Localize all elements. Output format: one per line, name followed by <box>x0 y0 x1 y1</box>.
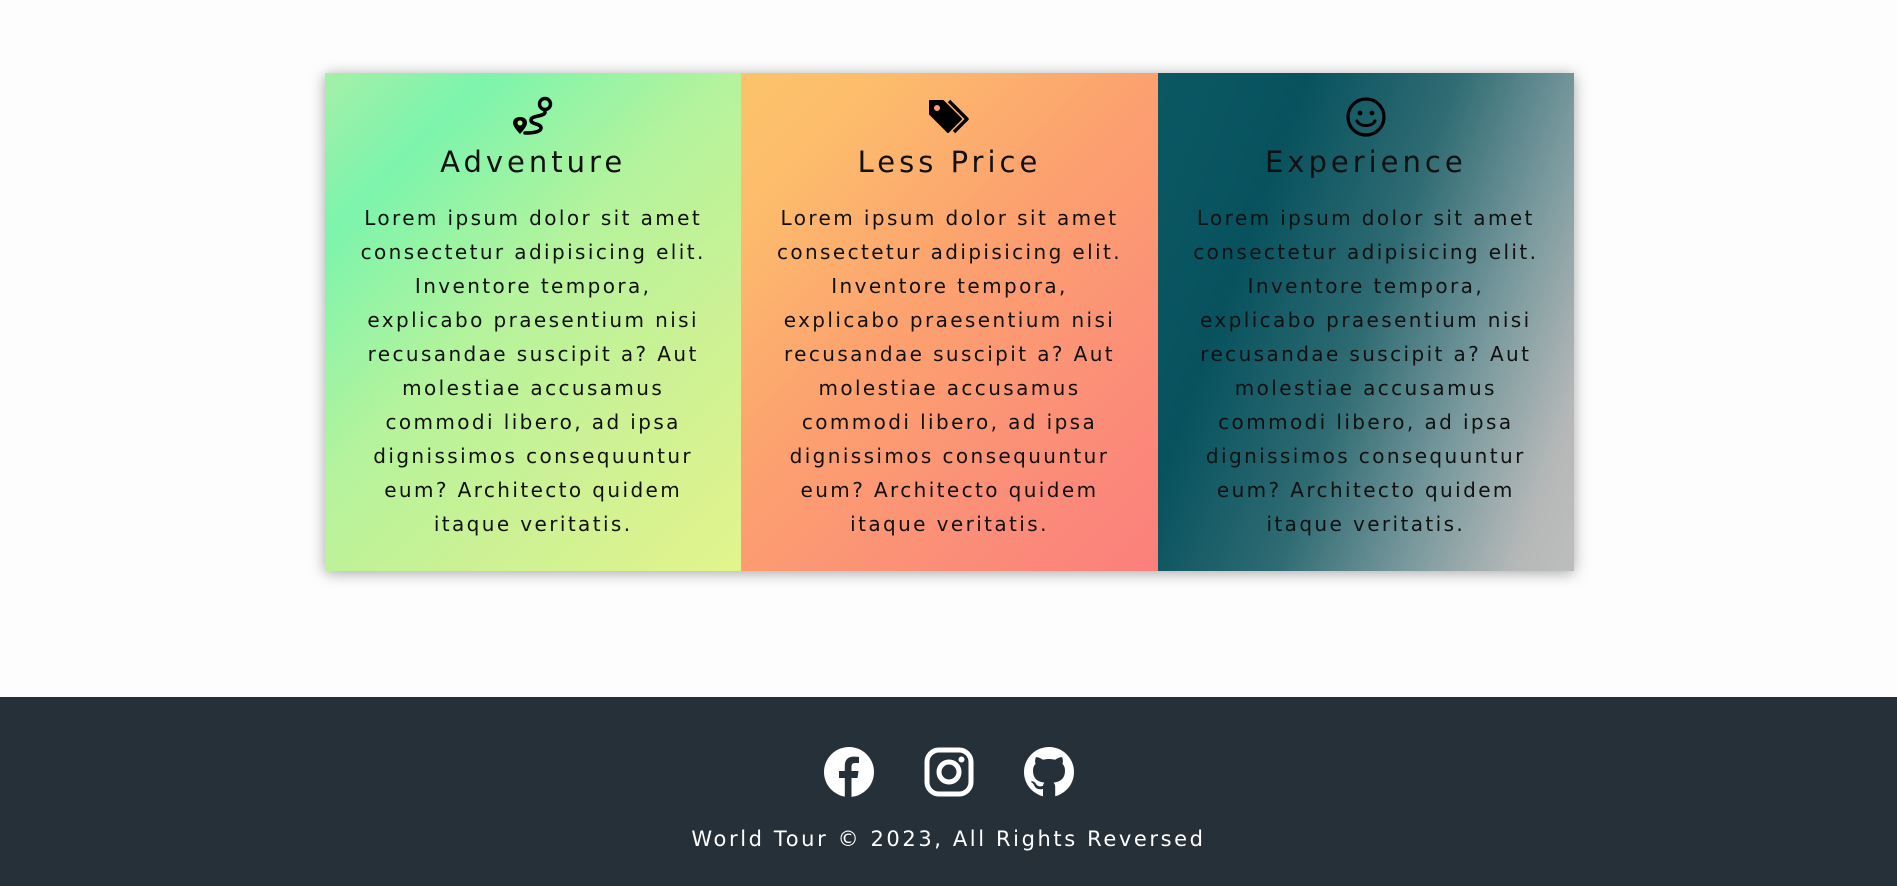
card-title: Experience <box>1264 145 1467 179</box>
feature-card-experience: Experience Lorem ipsum dolor sit amet co… <box>1157 73 1574 571</box>
card-title: Less Price <box>857 145 1042 179</box>
tags-icon <box>929 99 970 134</box>
route-icon <box>513 96 553 135</box>
github-icon <box>1023 747 1074 797</box>
github-link[interactable] <box>1023 747 1074 797</box>
card-title: Adventure <box>440 145 627 179</box>
smile-icon <box>1346 97 1386 137</box>
social-links <box>0 747 1897 797</box>
page: Adventure Lorem ipsum dolor sit amet con… <box>0 0 1897 886</box>
instagram-link[interactable] <box>924 747 974 797</box>
card-text: Lorem ipsum dolor sit amet consectetur a… <box>776 206 1123 536</box>
feature-card-adventure: Adventure Lorem ipsum dolor sit amet con… <box>325 73 742 571</box>
features-section: Adventure Lorem ipsum dolor sit amet con… <box>325 73 1574 571</box>
feature-card-less-price: Less Price Lorem ipsum dolor sit amet co… <box>741 73 1158 571</box>
facebook-icon <box>823 747 874 797</box>
copyright-text: World Tour © 2023, All Rights Reversed <box>691 827 1206 851</box>
card-text: Lorem ipsum dolor sit amet consectetur a… <box>1193 206 1539 536</box>
footer: World Tour © 2023, All Rights Reversed <box>0 697 1897 886</box>
card-text: Lorem ipsum dolor sit amet consectetur a… <box>360 206 706 536</box>
facebook-link[interactable] <box>823 747 874 797</box>
instagram-icon <box>924 747 973 797</box>
